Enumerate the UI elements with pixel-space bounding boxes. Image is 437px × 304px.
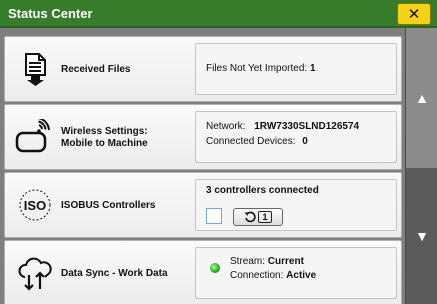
files-not-imported-value: 1 bbox=[309, 63, 316, 74]
page-title: Status Center bbox=[8, 6, 93, 21]
scroll-up-button[interactable]: ▲ bbox=[406, 28, 437, 168]
stream-value: Current bbox=[267, 256, 304, 267]
controllers-connected-text: 3 controllers connected bbox=[206, 185, 319, 196]
network-label: Network: bbox=[206, 121, 246, 132]
isobus-controllers-label: ISOBUS Controllers bbox=[61, 200, 156, 211]
received-files-row[interactable]: Received Files Files Not Yet Imported: 1 bbox=[4, 36, 402, 102]
close-icon: ✕ bbox=[407, 6, 421, 23]
received-files-status: Files Not Yet Imported: 1 bbox=[195, 43, 397, 95]
cloud-sync-icon bbox=[18, 257, 52, 291]
wireless-status: Network: 1RW7330SLND126574 Connected Dev… bbox=[195, 111, 397, 163]
connected-devices-value: 0 bbox=[302, 136, 308, 147]
data-sync-label: Data Sync - Work Data bbox=[61, 268, 168, 279]
files-not-imported-label: Files Not Yet Imported: bbox=[206, 63, 308, 74]
iso-icon: ISO bbox=[19, 189, 51, 221]
arrow-down-icon: ▼ bbox=[415, 228, 429, 244]
wireless-settings-label: Wireless Settings: Mobile to Machine bbox=[61, 105, 148, 171]
wireless-settings-label-line2: Mobile to Machine bbox=[61, 138, 148, 149]
wireless-mobile-icon bbox=[15, 119, 50, 153]
connection-value: Active bbox=[286, 270, 317, 281]
received-files-icon bbox=[25, 53, 46, 86]
stream-label: Stream: bbox=[230, 256, 266, 267]
isobus-controllers-row[interactable]: ISO ISOBUS Controllers 3 controllers con… bbox=[4, 172, 402, 238]
connection-label: Connection: bbox=[230, 270, 284, 281]
connected-devices-label: Connected Devices: bbox=[206, 136, 296, 147]
scrollbar[interactable]: ▲ ▼ bbox=[405, 28, 437, 304]
data-sync-status: Stream: Current Connection: Active bbox=[195, 247, 397, 299]
received-files-label: Received Files bbox=[61, 64, 131, 75]
status-list: Received Files Files Not Yet Imported: 1… bbox=[0, 28, 405, 304]
isobus-status: 3 controllers connected 1 bbox=[195, 179, 397, 231]
controller-cycle-button[interactable]: 1 bbox=[233, 208, 283, 226]
wireless-settings-row[interactable]: Wireless Settings: Mobile to Machine Net… bbox=[4, 104, 402, 170]
controller-status-square[interactable] bbox=[206, 208, 222, 224]
status-led-icon bbox=[210, 263, 220, 273]
title-bar: Status Center ✕ bbox=[0, 0, 437, 28]
wireless-settings-label-line1: Wireless Settings: bbox=[61, 126, 148, 137]
cycle-icon bbox=[244, 211, 257, 223]
iso-text: ISO bbox=[24, 198, 46, 213]
data-sync-row[interactable]: Data Sync - Work Data Stream: Current Co… bbox=[4, 240, 402, 304]
arrow-up-icon: ▲ bbox=[415, 90, 429, 106]
network-value: 1RW7330SLND126574 bbox=[254, 121, 360, 132]
scroll-down-button[interactable]: ▼ bbox=[406, 168, 437, 304]
close-button[interactable]: ✕ bbox=[397, 3, 431, 25]
controller-count-badge: 1 bbox=[258, 211, 272, 223]
